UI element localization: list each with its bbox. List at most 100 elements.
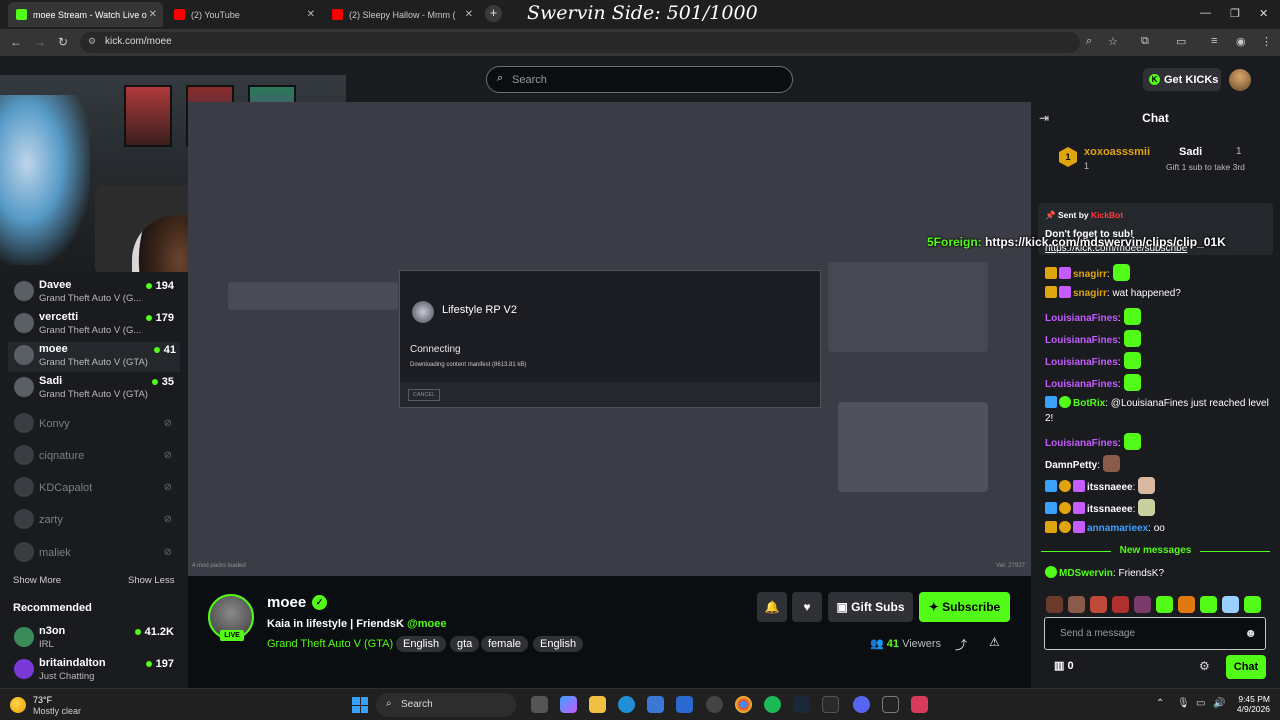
discord-icon[interactable] <box>853 696 870 713</box>
stream-category[interactable]: Grand Theft Auto V (GTA) <box>267 638 393 650</box>
sidebar-item-vercetti[interactable]: vercetti Grand Theft Auto V (G... 179 <box>10 310 178 340</box>
edge-icon[interactable] <box>618 696 635 713</box>
tag-pill[interactable]: English <box>396 636 447 652</box>
steam-icon[interactable] <box>793 696 810 713</box>
sidebar-item-ciqnature[interactable]: ciqnature ⊘ <box>10 442 178 472</box>
emote-icon[interactable] <box>1134 596 1151 613</box>
emote-icon[interactable] <box>1200 596 1217 613</box>
emote-icon[interactable] <box>1244 596 1261 613</box>
spotify-icon[interactable] <box>764 696 781 713</box>
restore-icon[interactable]: ❐ <box>1230 7 1240 20</box>
close-tab-icon[interactable]: ✕ <box>307 9 315 20</box>
chat-username[interactable]: itssnaeee <box>1087 504 1133 515</box>
reading-list-icon[interactable]: ≡ <box>1211 35 1217 47</box>
taskbar-search[interactable]: ⌕ Search <box>376 693 516 717</box>
channel-points[interactable]: ▥ 0 <box>1054 659 1074 672</box>
report-warning-icon[interactable]: ⚠ <box>989 635 1000 649</box>
video-player[interactable]: Lifestyle RP V2 Connecting Downloading c… <box>188 102 1031 576</box>
close-tab-icon[interactable]: ✕ <box>149 9 157 20</box>
chat-message-input[interactable]: Send a message ☻ <box>1044 617 1266 650</box>
chrome-icon[interactable] <box>735 696 752 713</box>
share-icon[interactable]: ⤴ <box>955 636 967 653</box>
emote-icon[interactable] <box>1112 596 1129 613</box>
cancel-button[interactable]: CANCEL <box>408 389 440 401</box>
chat-username[interactable]: LouisianaFines <box>1045 438 1118 449</box>
stream-title-mention[interactable]: @moee <box>407 618 446 630</box>
follow-heart-icon[interactable]: ♥ <box>792 592 822 622</box>
emote-icon[interactable] <box>1068 596 1085 613</box>
chat-username[interactable]: BotRix <box>1073 398 1105 409</box>
new-tab-button[interactable]: + <box>485 5 502 22</box>
browser-tab-youtube[interactable]: (2) YouTube ✕ <box>166 2 321 27</box>
emote-icon[interactable] <box>1156 596 1173 613</box>
chat-username[interactable]: LouisianaFines <box>1045 335 1118 346</box>
emoji-picker-icon[interactable]: ☻ <box>1244 626 1257 640</box>
chat-username[interactable]: LouisianaFines <box>1045 313 1118 324</box>
zoom-icon[interactable]: ⌕ <box>1086 35 1092 48</box>
leader-name[interactable]: xoxoasssmii <box>1084 146 1150 158</box>
browser-tab-kick[interactable]: moee Stream - Watch Live o ✕ <box>8 2 163 27</box>
emote-icon[interactable] <box>1090 596 1107 613</box>
chat-settings-gear-icon[interactable]: ⚙ <box>1199 659 1210 673</box>
sidebar-item-davee[interactable]: Davee Grand Theft Auto V (G... 194 <box>10 278 178 308</box>
bookmark-star-icon[interactable]: ☆ <box>1108 35 1118 48</box>
gift-subs-button[interactable]: ▣ Gift Subs <box>828 592 913 622</box>
sidebar-item-sadi[interactable]: Sadi Grand Theft Auto V (GTA) 35 <box>10 374 178 404</box>
sidebar-item-maliek[interactable]: maliek ⊘ <box>10 539 178 569</box>
task-view-icon[interactable] <box>531 696 548 713</box>
tray-overflow-icon[interactable]: ⌃ <box>1156 698 1164 709</box>
sidebar-item-kdcapalot[interactable]: KDCapalot ⊘ <box>10 474 178 504</box>
browser-menu-icon[interactable]: ⋮ <box>1261 35 1272 48</box>
minimize-icon[interactable]: — <box>1200 7 1211 19</box>
sidebar-item-moee[interactable]: moee Grand Theft Auto V (GTA) 41 <box>8 342 180 372</box>
profile-icon[interactable]: ◉ <box>1236 35 1246 48</box>
windows-start-icon[interactable] <box>352 697 368 713</box>
chat-username[interactable]: MDSwervin <box>1059 568 1113 579</box>
chat-username[interactable]: snagirr <box>1073 269 1107 280</box>
sidebar-item-zarty[interactable]: zarty ⊘ <box>10 506 178 536</box>
forward-icon[interactable]: → <box>34 35 46 49</box>
emote-icon[interactable] <box>1046 596 1063 613</box>
new-messages-divider[interactable]: New messages <box>1041 545 1270 556</box>
search-input[interactable]: ⌕ Search <box>486 66 793 93</box>
outlook-icon[interactable] <box>676 696 693 713</box>
chat-send-button[interactable]: Chat <box>1226 655 1266 679</box>
cast-icon[interactable]: ▭ <box>1176 35 1186 48</box>
channel-name[interactable]: moee <box>267 594 306 611</box>
recommended-item-britaindalton[interactable]: britaindalton Just Chatting 197 <box>10 656 178 686</box>
store-icon[interactable] <box>647 696 664 713</box>
xbox-icon[interactable] <box>822 696 839 713</box>
epic-games-icon[interactable] <box>882 696 899 713</box>
file-explorer-icon[interactable] <box>589 696 606 713</box>
copilot-icon[interactable] <box>560 696 577 713</box>
tag-pill[interactable]: gta <box>450 636 480 652</box>
chat-username[interactable]: LouisianaFines <box>1045 379 1118 390</box>
close-tab-icon[interactable]: ✕ <box>465 9 473 20</box>
emote-icon[interactable] <box>1178 596 1195 613</box>
network-icon[interactable]: ▭ <box>1196 698 1205 709</box>
chat-username[interactable]: LouisianaFines <box>1045 357 1118 368</box>
notification-bell-icon[interactable]: 🔔 <box>757 592 787 622</box>
sidebar-item-konvy[interactable]: Konvy ⊘ <box>10 410 178 440</box>
user-avatar[interactable] <box>1229 69 1251 91</box>
volume-icon[interactable]: 🔊 <box>1213 698 1225 709</box>
emote-icon[interactable] <box>1222 596 1239 613</box>
address-bar[interactable]: ⚙ kick.com/moee <box>80 32 1080 53</box>
chat-username[interactable]: annamarieex <box>1087 523 1148 534</box>
reload-icon[interactable]: ↻ <box>58 35 68 49</box>
chat-username[interactable]: snagirr <box>1073 288 1107 299</box>
close-window-icon[interactable]: ✕ <box>1259 7 1268 20</box>
runner-name[interactable]: Sadi <box>1179 146 1202 158</box>
chat-username[interactable]: DamnPetty <box>1045 460 1097 471</box>
back-icon[interactable]: ← <box>10 35 22 49</box>
site-info-icon[interactable]: ⚙ <box>88 36 96 47</box>
show-more-link[interactable]: Show More <box>13 575 61 586</box>
show-less-link[interactable]: Show Less <box>128 575 174 586</box>
chat-username[interactable]: itssnaeee <box>1087 482 1133 493</box>
get-kicks-button[interactable]: K Get KICKs <box>1143 68 1221 91</box>
subscribe-button[interactable]: ✦ Subscribe <box>919 592 1010 622</box>
tag-pill[interactable]: English <box>533 636 584 652</box>
taskbar-clock[interactable]: 9:45 PM 4/9/2026 <box>1232 694 1270 714</box>
microphone-icon[interactable]: 🎙 <box>1177 698 1190 709</box>
recommended-item-n3on[interactable]: n3on IRL 41.2K <box>10 624 178 654</box>
